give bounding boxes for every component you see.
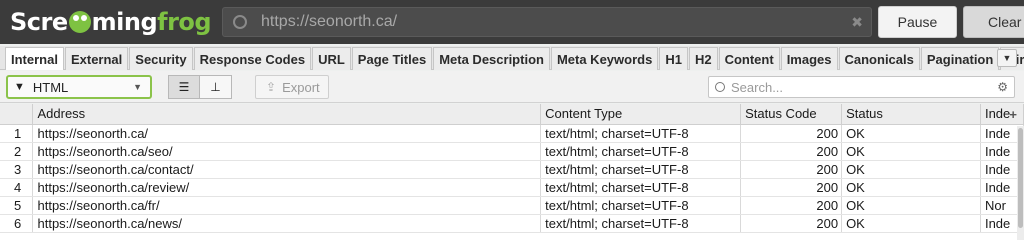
tab-canonicals[interactable]: Canonicals	[838, 47, 920, 70]
cell-type: text/html; charset=UTF-8	[540, 214, 742, 233]
cell-address: https://seonorth.ca/	[32, 124, 542, 143]
logo-text-3: frog	[157, 8, 212, 36]
cell-n: 3	[0, 160, 34, 179]
toolbar: ▼ HTML ▼ ☰ ⊥ ⇪ Export ⚙	[0, 71, 1024, 103]
cell-type: text/html; charset=UTF-8	[540, 142, 742, 161]
cell-address: https://seonorth.ca/news/	[32, 214, 542, 233]
pause-button[interactable]: Pause	[878, 6, 957, 38]
clear-icon[interactable]: ✖	[851, 14, 863, 31]
cell-code: 200	[740, 124, 843, 143]
tab-meta-description[interactable]: Meta Description	[433, 47, 550, 70]
table-row[interactable]: 5 https://seonorth.ca/fr/text/html; chars…	[0, 196, 1024, 215]
tab-url[interactable]: URL	[312, 47, 351, 70]
tab-page-titles[interactable]: Page Titles	[351, 47, 433, 70]
clear-button[interactable]: Clear	[963, 6, 1024, 38]
list-view-icon: ☰	[178, 80, 190, 94]
cell-n: 6	[0, 214, 34, 233]
vertical-scrollbar[interactable]	[1017, 126, 1024, 240]
cell-n: 2	[0, 142, 34, 161]
cell-address: https://seonorth.ca/seo/	[32, 142, 542, 161]
frog-icon	[68, 11, 91, 33]
column-header-content-type[interactable]: Content Type	[540, 104, 742, 125]
cell-type: text/html; charset=UTF-8	[540, 196, 742, 215]
cell-address: https://seonorth.ca/review/	[32, 178, 542, 197]
scrollbar-thumb[interactable]	[1018, 128, 1023, 228]
chevron-down-icon: ▼	[133, 82, 142, 92]
cell-status: OK	[841, 178, 981, 197]
cell-n: 4	[0, 178, 34, 197]
cell-address: https://seonorth.ca/fr/	[32, 196, 542, 215]
cell-type: text/html; charset=UTF-8	[540, 178, 742, 197]
table-row[interactable]: 1 https://seonorth.ca/text/html; charset=…	[0, 124, 1024, 143]
globe-icon	[233, 15, 247, 29]
tree-view-icon: ⊥	[210, 80, 221, 94]
logo-text-1: Scre	[10, 8, 68, 36]
filter-dropdown[interactable]: ▼ HTML ▼	[6, 75, 152, 99]
search-icon	[715, 82, 725, 92]
table-row[interactable]: 6 https://seonorth.ca/news/text/html; cha…	[0, 214, 1024, 233]
cell-code: 200	[740, 160, 843, 179]
list-view-button[interactable]: ☰	[168, 75, 200, 99]
funnel-icon: ▼	[14, 81, 25, 93]
tab-meta-keywords[interactable]: Meta Keywords	[550, 47, 659, 70]
results-table: Address Content Type Status Code Status …	[0, 104, 1024, 233]
search-input[interactable]	[731, 79, 991, 95]
column-header-status[interactable]: Status	[841, 104, 981, 125]
table-header-row: Address Content Type Status Code Status …	[0, 104, 1024, 125]
cell-status: OK	[841, 124, 981, 143]
cell-n: 1	[0, 124, 34, 143]
cell-status: OK	[841, 142, 981, 161]
cell-status: OK	[841, 196, 981, 215]
cell-status: OK	[841, 160, 981, 179]
column-header-address[interactable]: Address	[32, 104, 542, 125]
url-bar: ✖	[222, 7, 872, 37]
top-bar: Scre ming frog ✖ Pause Clear	[0, 0, 1024, 44]
cell-n: 5	[0, 196, 34, 215]
table-row[interactable]: 2 https://seonorth.ca/seo/text/html; char…	[0, 142, 1024, 161]
chevron-down-icon: ▼	[1002, 53, 1012, 63]
column-header-status-code[interactable]: Status Code	[740, 104, 843, 125]
cell-type: text/html; charset=UTF-8	[540, 124, 742, 143]
cell-address: https://seonorth.ca/contact/	[32, 160, 542, 179]
cell-type: text/html; charset=UTF-8	[540, 160, 742, 179]
tree-view-button[interactable]: ⊥	[200, 75, 232, 99]
tab-h2[interactable]: H2	[688, 47, 718, 70]
logo-text-2: ming	[91, 8, 158, 36]
upload-icon: ⇪	[266, 80, 277, 94]
table-row[interactable]: 4 https://seonorth.ca/review/text/html; c…	[0, 178, 1024, 197]
export-label: Export	[282, 79, 320, 95]
sliders-icon[interactable]: ⚙	[997, 80, 1008, 94]
view-toggle: ☰ ⊥	[168, 75, 232, 99]
url-input[interactable]	[261, 13, 841, 31]
column-header-index[interactable]	[0, 104, 34, 125]
filter-value: HTML	[32, 79, 69, 95]
table-row[interactable]: 3 https://seonorth.ca/contact/text/html; …	[0, 160, 1024, 179]
tab-h1[interactable]: H1	[659, 47, 688, 70]
tabs-overflow-button[interactable]: ▼	[997, 49, 1017, 67]
tab-bar: Internal External Security Response Codes UR…	[0, 46, 1024, 70]
column-header-indexability[interactable]: Inde	[980, 104, 1024, 125]
cell-status: OK	[841, 214, 981, 233]
export-button[interactable]: ⇪ Export	[255, 75, 329, 99]
tab-response-codes[interactable]: Response Codes	[193, 47, 312, 70]
cell-code: 200	[740, 214, 843, 233]
add-column-icon[interactable]: +	[1009, 107, 1017, 122]
tab-security[interactable]: Security	[129, 47, 193, 70]
results-grid: Address Content Type Status Code Status …	[0, 104, 1024, 240]
cell-code: 200	[740, 196, 843, 215]
tab-internal[interactable]: Internal	[5, 47, 64, 70]
cell-code: 200	[740, 142, 843, 161]
tab-external[interactable]: External	[64, 47, 129, 70]
tab-pagination[interactable]: Pagination	[920, 47, 1000, 70]
tab-images[interactable]: Images	[780, 47, 838, 70]
cell-code: 200	[740, 178, 843, 197]
search-box: ⚙	[708, 76, 1015, 98]
tab-content[interactable]: Content	[718, 47, 780, 70]
screaming-frog-logo: Scre ming frog	[10, 6, 212, 38]
